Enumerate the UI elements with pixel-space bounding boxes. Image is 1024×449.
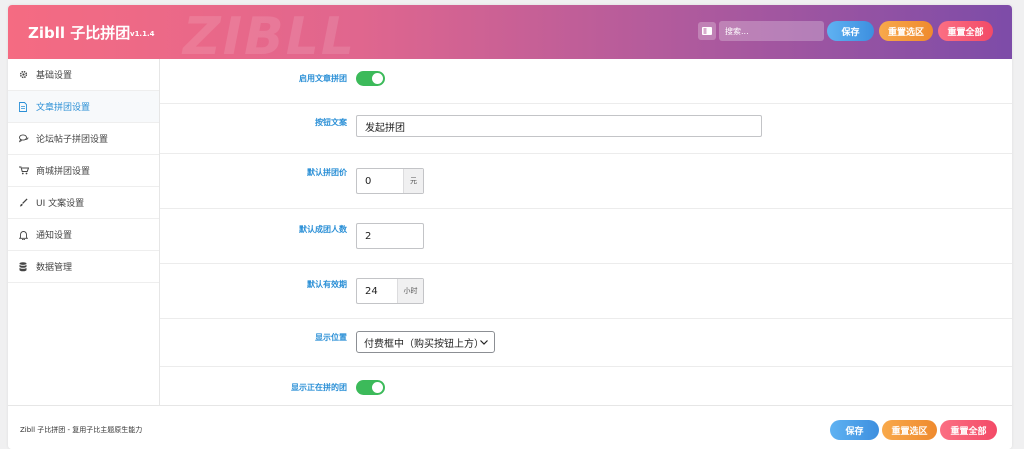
sidebar-item-label: 论坛帖子拼团设置: [36, 135, 109, 145]
sidebar-item-label: 基础设置: [36, 71, 73, 81]
chat-icon: [19, 134, 33, 143]
footer-reset-section-button[interactable]: 重置选区: [882, 420, 937, 440]
members-label: 默认成团人数: [299, 225, 347, 234]
position-label: 显示位置: [315, 333, 347, 342]
setting-row-button-text: 按钮文案 发起拼团: [160, 104, 1012, 154]
enable-label: 启用文章拼团: [299, 74, 347, 83]
sidebar-item-notify[interactable]: 通知设置: [8, 219, 159, 251]
settings-panel: ZIBLL Zibll 子比拼团 v1.1.4 保存 重置选区 重置全部 基础设…: [8, 5, 1012, 449]
reset-all-button[interactable]: 重置全部: [938, 21, 993, 41]
members-input[interactable]: 2: [356, 223, 424, 249]
validity-value: 24: [365, 285, 378, 297]
document-icon: [19, 101, 33, 112]
bell-icon: [19, 230, 33, 240]
brush-icon: [19, 198, 33, 207]
price-unit: 元: [403, 169, 423, 193]
setting-row-position: 显示位置 付费框中（购买按钮上方）: [160, 319, 1012, 367]
members-value: 2: [365, 230, 372, 242]
app-title: Zibll 子比拼团: [28, 24, 131, 42]
sidebar-item-label: 通知设置: [36, 231, 73, 241]
footer-bar: Zibll 子比拼团 - 复用子比主题原生能力 保存 重置选区 重置全部: [8, 405, 1012, 449]
price-input[interactable]: 0 元: [356, 168, 424, 194]
setting-row-validity: 默认有效期 24 小时: [160, 264, 1012, 319]
sidebar-item-label: UI 文案设置: [36, 199, 85, 209]
sidebar-item-label: 文章拼团设置: [36, 103, 91, 113]
button-text-value: 发起拼团: [365, 122, 405, 134]
position-select[interactable]: 付费框中（购买按钮上方）: [356, 331, 495, 353]
validity-unit: 小时: [397, 279, 423, 303]
price-label: 默认拼团价: [307, 168, 347, 177]
settings-form: 启用文章拼团 按钮文案 发起拼团 默认拼团价 0 元 默认成团人数 2 默认有效…: [160, 59, 1012, 405]
database-icon: [19, 261, 33, 272]
price-value: 0: [365, 175, 372, 187]
button-text-input[interactable]: 发起拼团: [356, 115, 762, 137]
sidebar-item-data[interactable]: 数据管理: [8, 251, 159, 283]
sidebar-item-article-group[interactable]: 文章拼团设置: [8, 91, 159, 123]
expand-toggle-button[interactable]: [698, 22, 716, 40]
setting-row-show-ongoing: 显示正在拼的团: [160, 367, 1012, 405]
version-label: v1.1.4: [130, 30, 155, 38]
show-ongoing-label: 显示正在拼的团: [291, 383, 347, 392]
sidebar-item-forum-group[interactable]: 论坛帖子拼团设置: [8, 123, 159, 155]
sidebar-item-label: 商城拼团设置: [36, 167, 91, 177]
sidebar-nav: 基础设置 文章拼团设置 论坛帖子拼团设置 商城拼团设置 UI 文案设置 通知设置…: [8, 59, 160, 405]
sidebar-item-shop-group[interactable]: 商城拼团设置: [8, 155, 159, 187]
sidebar-item-ui-copy[interactable]: UI 文案设置: [8, 187, 159, 219]
gear-icon: [19, 70, 33, 79]
search-input[interactable]: [719, 21, 824, 41]
cart-icon: [19, 166, 33, 175]
list-icon: [702, 27, 712, 35]
show-ongoing-toggle[interactable]: [356, 380, 385, 395]
position-value: 付费框中（购买按钮上方）: [364, 338, 484, 350]
footer-save-button[interactable]: 保存: [830, 420, 879, 440]
footer-text: Zibll 子比拼团 - 复用子比主题原生能力: [20, 426, 143, 434]
validity-input[interactable]: 24 小时: [356, 278, 424, 304]
enable-toggle[interactable]: [356, 71, 385, 86]
header-bar: ZIBLL Zibll 子比拼团 v1.1.4 保存 重置选区 重置全部: [8, 5, 1012, 67]
chevron-down-icon: [480, 340, 488, 345]
footer-reset-all-button[interactable]: 重置全部: [940, 420, 997, 440]
setting-row-members: 默认成团人数 2: [160, 209, 1012, 264]
reset-section-button[interactable]: 重置选区: [879, 21, 933, 41]
sidebar-item-label: 数据管理: [36, 263, 73, 273]
header-watermark: ZIBLL: [183, 7, 356, 67]
sidebar-item-basic[interactable]: 基础设置: [8, 59, 159, 91]
setting-row-price: 默认拼团价 0 元: [160, 154, 1012, 209]
setting-row-enable: 启用文章拼团: [160, 59, 1012, 104]
validity-label: 默认有效期: [307, 280, 347, 289]
button-text-label: 按钮文案: [315, 118, 347, 127]
save-button[interactable]: 保存: [827, 21, 874, 41]
